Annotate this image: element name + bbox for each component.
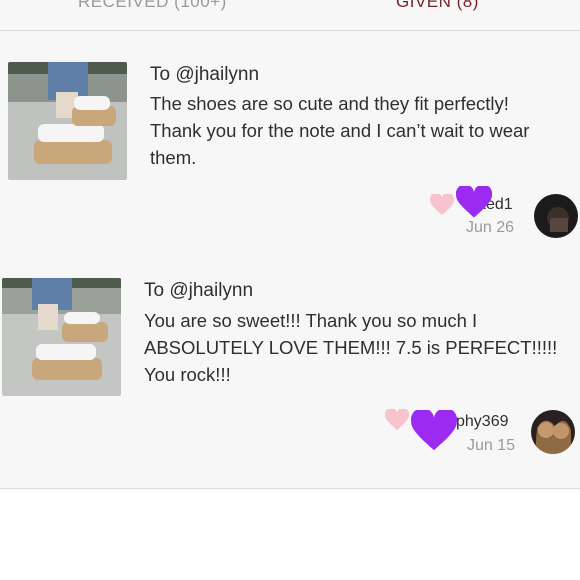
- note-date: Jun 26: [466, 219, 515, 236]
- product-thumbnail[interactable]: [2, 278, 121, 396]
- tab-given-label: GIVEN: [396, 0, 452, 11]
- note-message: The shoes are so cute and they fit perfe…: [150, 90, 529, 171]
- note-date: Jun 15: [467, 437, 516, 454]
- tab-received-label: RECEIVED: [78, 0, 169, 11]
- tab-given-count: (8): [456, 0, 479, 11]
- product-thumbnail[interactable]: [8, 62, 127, 180]
- sender-avatar[interactable]: [534, 194, 578, 238]
- purple-heart-icon: [456, 186, 492, 218]
- purple-heart-icon: [411, 410, 457, 451]
- note-message-line: You rock!!!: [144, 364, 231, 385]
- tab-received-count: (100+): [174, 0, 227, 11]
- note-recipient: To @jhailynn: [150, 64, 260, 85]
- note-message-line: You are so sweet!!! Thank you so much I: [144, 310, 478, 331]
- note-message: You are so sweet!!! Thank you so much I …: [144, 307, 557, 388]
- note-message-line: them.: [150, 147, 197, 168]
- note-message-line: ABSOLUTELY LOVE THEM!!! 7.5 is PERFECT!!…: [144, 337, 558, 358]
- pink-heart-icon[interactable]: [385, 409, 409, 431]
- tab-given[interactable]: GIVEN (8): [396, 0, 479, 12]
- tab-bar: RECEIVED (100+) GIVEN (8): [0, 0, 580, 31]
- sender-avatar[interactable]: [531, 410, 575, 454]
- sender-username[interactable]: phy369: [456, 413, 509, 431]
- note-message-line: Thank you for the note and I can’t wait …: [150, 120, 530, 141]
- tab-received[interactable]: RECEIVED (100+): [78, 0, 227, 12]
- feed-bottom-divider: [0, 488, 580, 489]
- pink-heart-icon[interactable]: [430, 194, 454, 216]
- love-notes-feed: RECEIVED (100+) GIVEN (8) To @jhailynn T…: [0, 0, 580, 490]
- note-recipient: To @jhailynn: [144, 280, 254, 301]
- note-message-line: The shoes are so cute and they fit perfe…: [150, 93, 509, 114]
